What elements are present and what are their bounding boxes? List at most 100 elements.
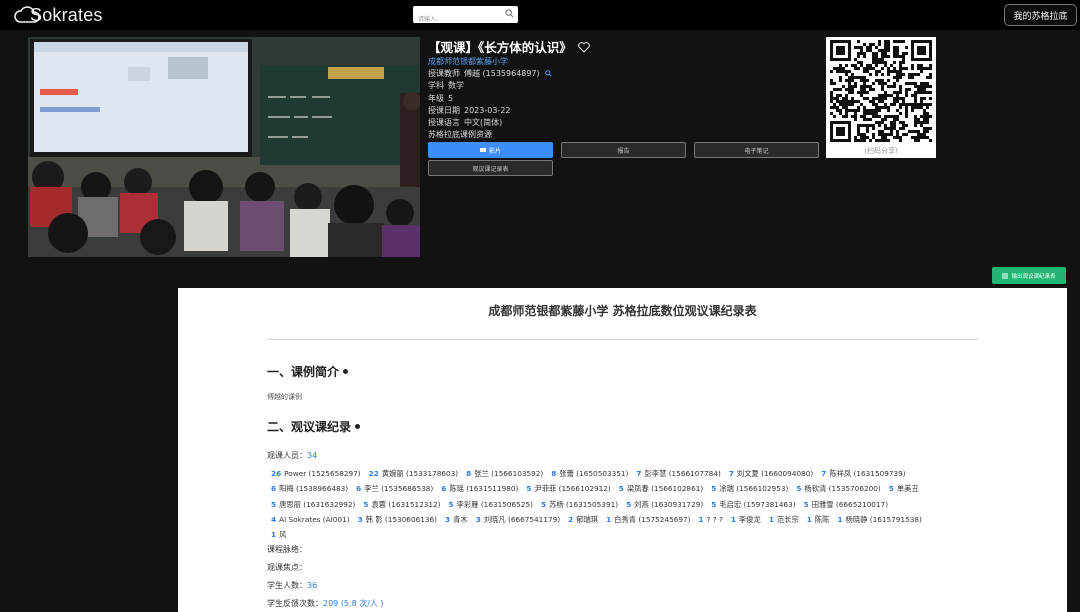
observer-count: 5 [796,484,802,494]
lesson-title: 【观课】《长方体的认识》 [428,40,572,55]
observer-count: 6 [356,484,362,494]
document-title: 成都师范银都紫藤小学 苏格拉底数位观议课纪录表 [488,304,757,318]
observer-count: 5 [626,499,632,509]
observer-name: 阳梅 (1538966483) [279,484,349,494]
section-record-heading: 二、观议课纪录 [267,418,361,435]
observer-count: 26 [271,469,282,478]
observer-name: 李兰 (1535686538) [364,484,434,494]
observer-count: 5 [888,484,894,494]
observer-count: 3 [445,514,451,524]
export-record-button[interactable]: 输出观议课纪录表 [992,267,1066,284]
video-button[interactable]: 影片 [428,142,553,158]
observer-count: 4 [271,514,277,524]
observer-count: 1 [768,514,774,524]
observer-name: 陈陈 [814,514,830,524]
observer-list: 26 Power (1525658297) 22 黄婉丽 (1533178603) 8 张… [267,466,987,542]
observer-name: 梁凤春 (1566102861) [626,484,704,494]
intro-text: 傅越的课例 [267,393,302,401]
observer-row: 4 AI Sokrates (AI001) 3 韩 影 (1530606136) 3 青木… [267,512,987,527]
top-bar: Sokrates 我的苏格拉底 [0,0,1080,30]
observer-count: 7 [728,469,734,478]
play-icon [479,148,486,152]
lesson-video[interactable] [28,37,420,257]
observer-count: 6 [441,484,447,494]
observer-count: 5 [271,499,277,509]
resource-buttons: 影片 报告 电子笔记 [428,142,819,158]
observer-name: 杨晓静 (1615791538) [845,514,922,524]
observer-count: 5 [618,484,624,494]
search-icon[interactable] [505,9,514,18]
qr-caption: (扫码分享) [864,147,898,155]
observer-name: 范长宗 [776,514,799,524]
observer-name: 李彩雁 (1631506525) [456,499,533,509]
observe-record-button[interactable]: 观议课记录表 [428,160,553,176]
bullet-icon [355,424,361,429]
search-box [413,6,518,28]
context-line: 课程脉络： [267,545,307,554]
observer-count: 5 [363,499,369,509]
observer-name: 陈祥凤 (1631509739) [829,469,906,478]
observer-name: 白秀青 (1575245697) [614,514,691,524]
observer-name: AI Sokrates (AI001) [279,514,350,524]
observer-name: 刘文夏 (1660094080) [736,469,814,478]
observer-name: 张蕾 (1650503351) [559,469,629,478]
sokrates-logo[interactable]: Sokrates [14,4,103,26]
teacher-line: 授课教师 傅越 (1535964897) [428,68,818,80]
observer-name: 苏杨 (1631505391) [549,499,619,509]
my-sokrates-button[interactable]: 我的苏格拉底 [1004,4,1077,26]
observer-count: 1 [837,514,843,524]
observer-name: Power (1525658297) [284,469,361,478]
search-input[interactable] [413,11,499,28]
observer-count: 22 [368,469,379,478]
report-button[interactable]: 报告 [561,142,686,158]
observer-name: 尹菲菲 (1566102912) [534,484,611,494]
observer-row: 5 唐思丽 (1631632992) 5 袁蓉 (1631512312) 5 李彩雁 (1… [267,497,987,512]
classroom-image [28,37,420,257]
observer-name: 单美丑 [896,484,919,494]
record-document: 成都师范银都紫藤小学 苏格拉底数位观议课纪录表 一、课例简介 傅越的课例 二、观… [178,288,1067,612]
observer-name: 李俊龙 [738,514,761,524]
observer-count: 7 [636,469,642,478]
qr-code[interactable]: (扫码分享) [826,37,936,158]
observer-name: 杨钦清 (1535706200) [804,484,881,494]
observer-count: 5 [448,499,454,509]
observer-row: 26 Power (1525658297) 22 黄婉丽 (1533178603) 8 张… [267,466,987,481]
subject-line: 学科 数学 [428,81,464,91]
observer-count: 5 [526,484,532,494]
observer-count: 6 [271,484,277,494]
search-teacher-icon[interactable] [545,70,552,77]
observer-name: 毛启宏 (1597381463) [719,499,796,509]
observer-name: 唐思丽 (1631632992) [279,499,356,509]
heart-icon[interactable] [577,41,590,53]
observer-name: 韩 影 (1530606136) [365,514,438,524]
observer-name: 田雅雪 (6665210017) [811,499,889,509]
observer-name: 张兰 (1566103592) [474,469,544,478]
observer-name: 刘晓凡 (6667541179) [483,514,561,524]
observer-name: 陈瑶 (1631511980) [449,484,519,494]
observer-count: 7 [821,469,827,478]
observer-count: 5 [803,499,809,509]
observer-row: 1风 [267,527,987,542]
list-icon [1002,273,1009,278]
students-count: 36 [307,581,318,590]
divider [267,339,978,340]
observer-count: 1 [806,514,812,524]
observer-name: ? ? ? [706,514,723,524]
focus-line: 观课焦点： [267,563,307,572]
observer-name: 刘燕 (1630931729) [634,499,704,509]
language-line: 授课语言 中文(简体) [428,118,503,128]
school-link[interactable]: 成都师范银都紫藤小学 [428,56,818,68]
section-intro-heading: 一、课例简介 [267,363,349,380]
qr-code-image [830,40,932,142]
observers-line: 观课人员：34 [267,451,318,460]
observer-name: 风 [279,530,287,540]
feedback-value: 209 (5.8 次/人 ) [323,599,384,608]
notes-button[interactable]: 电子笔记 [694,142,819,158]
observer-count: 2 [568,514,574,524]
observer-count: 1 [271,530,277,540]
observer-count: 8 [466,469,472,478]
observer-count: 3 [357,514,363,524]
observer-name: 黄婉丽 (1533178603) [381,469,459,478]
observer-count: 1 [698,514,704,524]
observer-name: 郁瑞琪 [576,514,599,524]
